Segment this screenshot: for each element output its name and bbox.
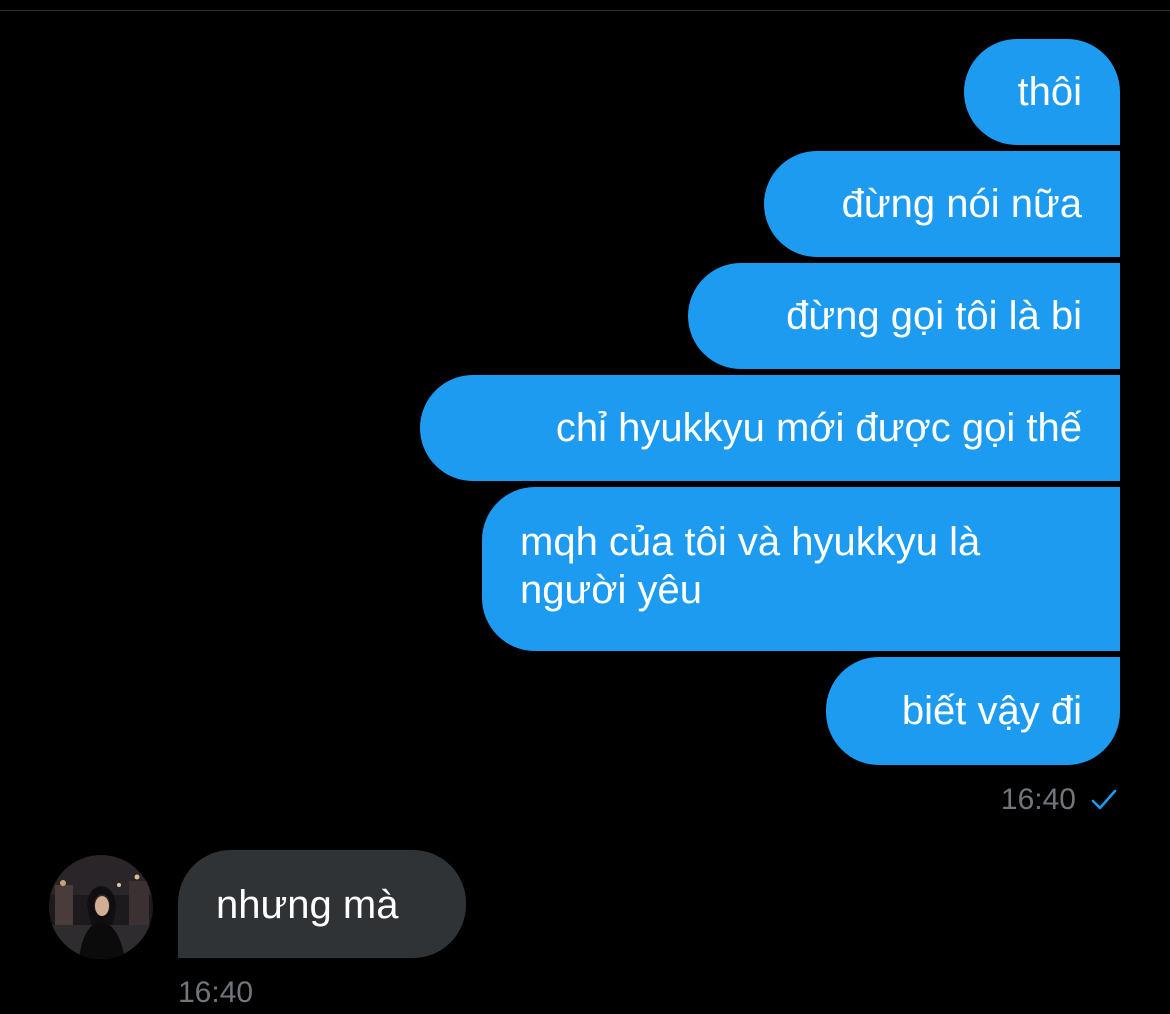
outgoing-message-bubble[interactable]: đừng gọi tôi là bi (688, 263, 1120, 369)
outgoing-timestamp: 16:40 (1000, 783, 1076, 816)
avatar-photo (49, 855, 153, 959)
incoming-timestamp: 16:40 (178, 976, 254, 1009)
outgoing-message-bubble[interactable]: biết vậy đi (826, 657, 1120, 765)
outgoing-message-bubble[interactable]: chỉ hyukkyu mới được gọi thế (420, 375, 1120, 481)
outgoing-message-bubble[interactable]: thôi (964, 39, 1120, 145)
top-divider (0, 10, 1170, 11)
avatar[interactable] (49, 855, 153, 959)
incoming-message-bubble[interactable]: nhưng mà (178, 850, 466, 958)
check-icon (1091, 789, 1117, 810)
outgoing-message-bubble[interactable]: mqh của tôi và hyukkyu là người yêu (482, 487, 1120, 651)
outgoing-message-bubble[interactable]: đừng nói nữa (764, 151, 1120, 257)
outgoing-message-meta: 16:40 (1001, 780, 1118, 820)
